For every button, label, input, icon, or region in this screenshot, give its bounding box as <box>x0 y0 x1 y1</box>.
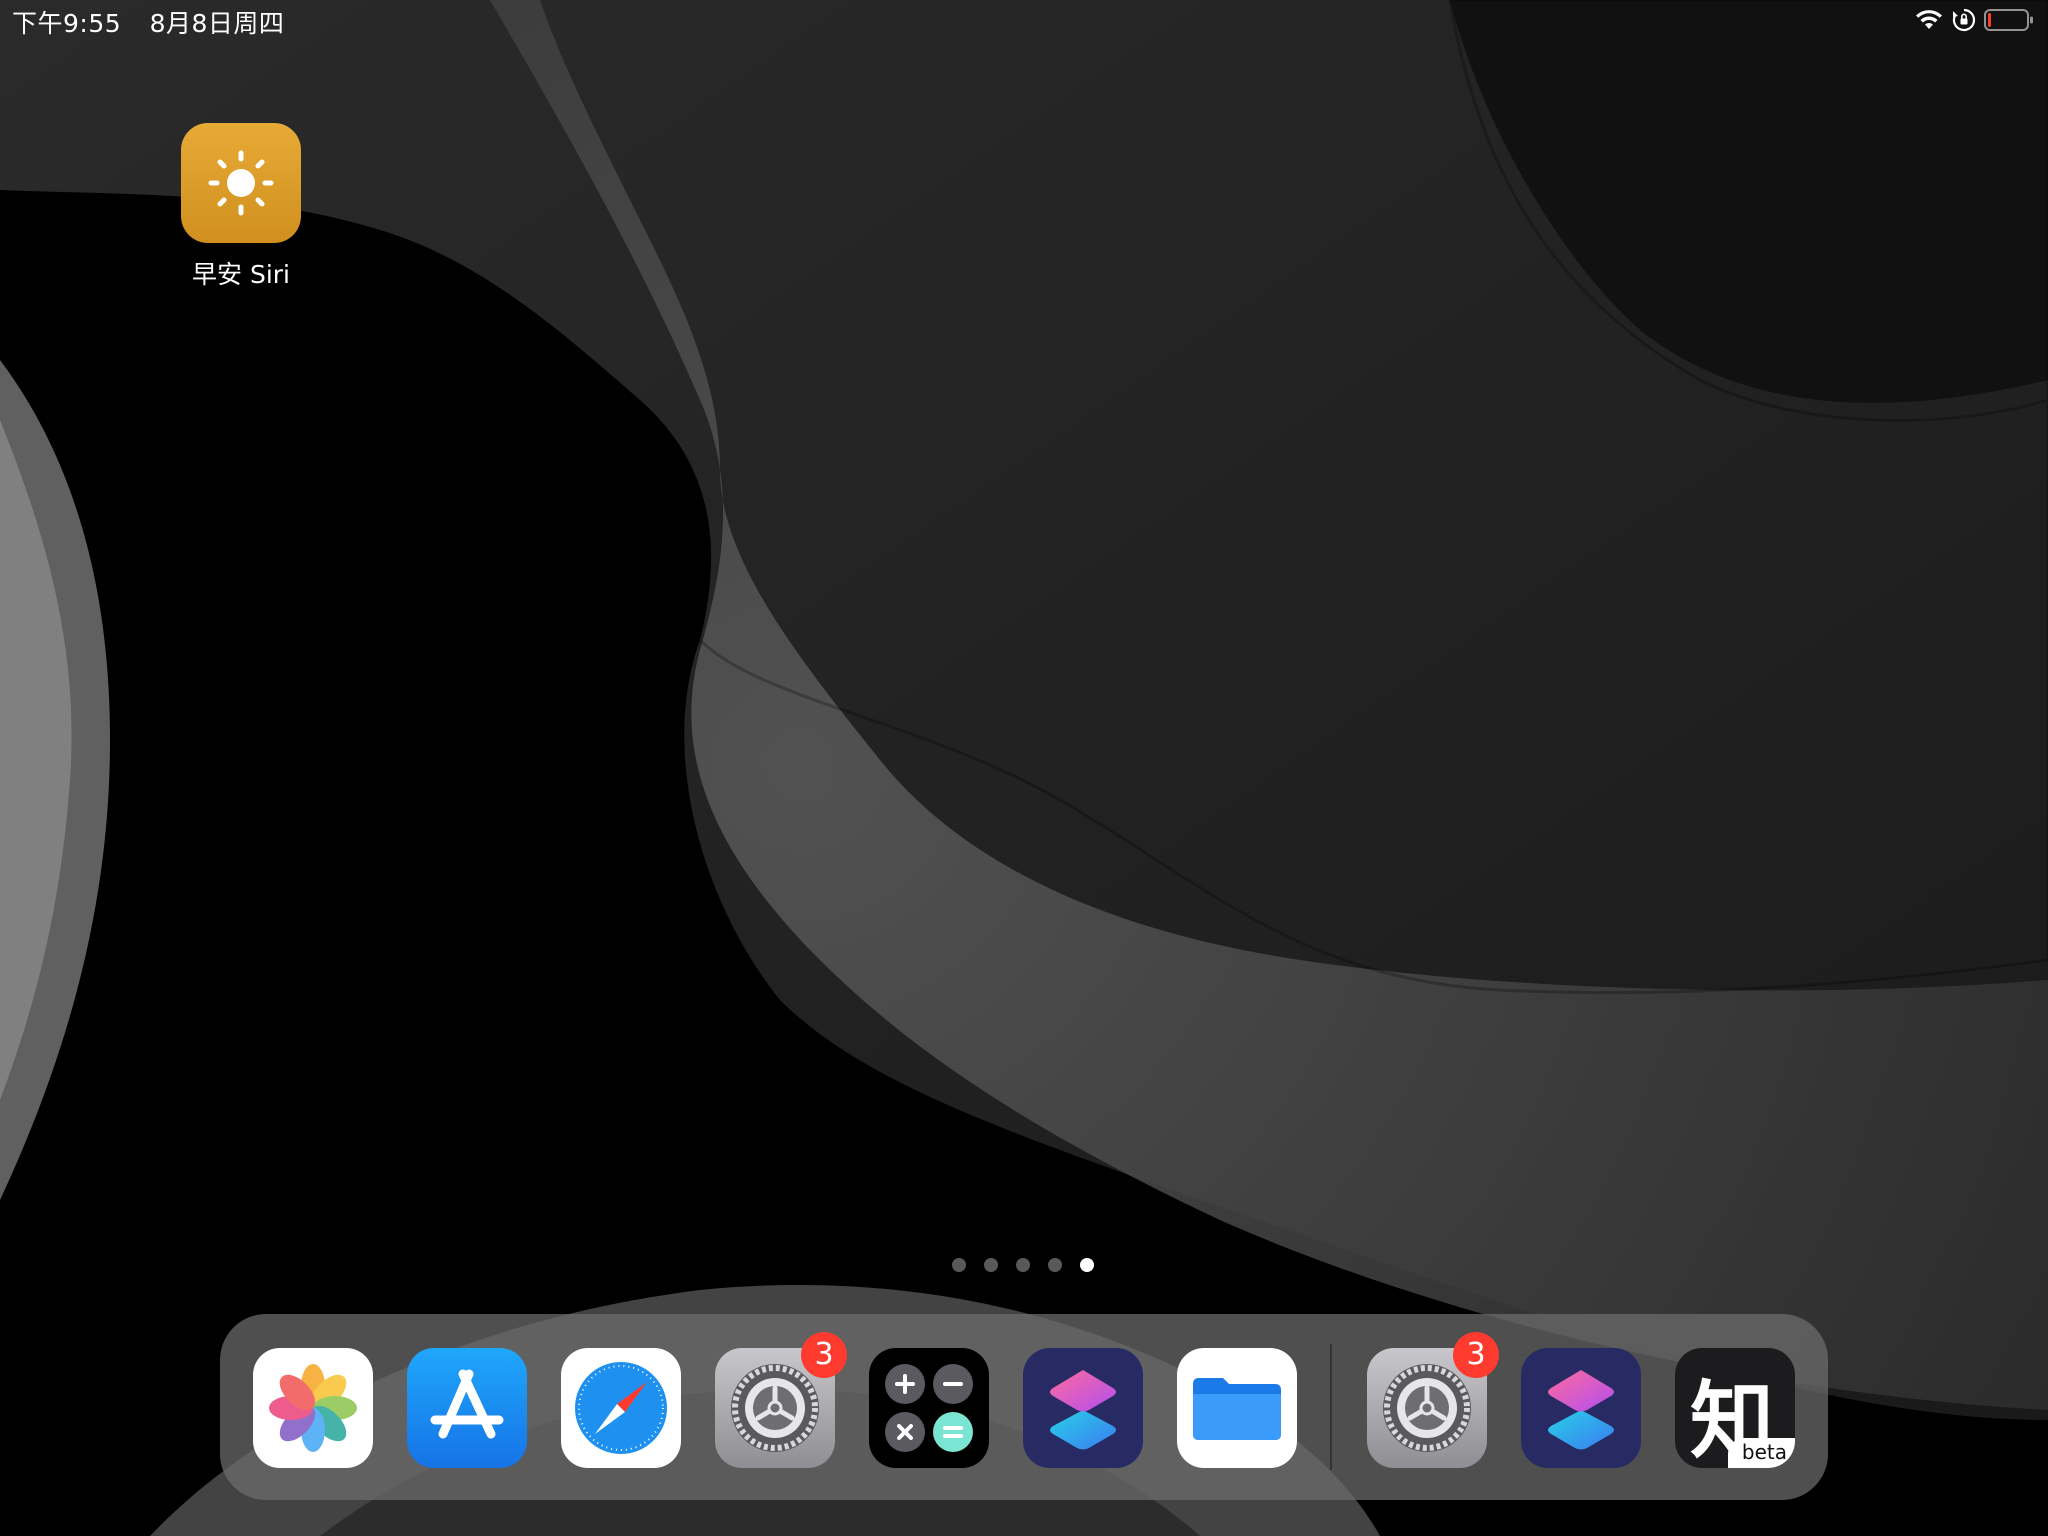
dock-app-photos[interactable] <box>253 1348 373 1468</box>
dock: 3 3 知 beta <box>220 1314 1828 1500</box>
dock-app-safari[interactable] <box>561 1348 681 1468</box>
page-dot-2[interactable] <box>984 1258 998 1272</box>
dock-app-shortcuts[interactable] <box>1023 1348 1143 1468</box>
dock-recent-zhihu[interactable]: 知 beta <box>1675 1348 1795 1468</box>
status-time: 下午9:55 <box>12 9 122 38</box>
zhihu-icon: 知 beta <box>1675 1348 1795 1468</box>
dock-recent-shortcuts[interactable] <box>1521 1348 1641 1468</box>
dock-app-store[interactable] <box>407 1348 527 1468</box>
app-store-icon <box>430 1369 504 1439</box>
notification-badge: 3 <box>801 1332 847 1378</box>
beta-tag: beta <box>1727 1438 1795 1468</box>
page-dot-4[interactable] <box>1048 1258 1062 1272</box>
calculator-icon <box>885 1364 973 1452</box>
sun-icon <box>208 150 274 216</box>
page-dot-1[interactable] <box>952 1258 966 1272</box>
dock-recent-settings[interactable]: 3 <box>1367 1332 1499 1468</box>
shortcuts-icon <box>1548 1370 1614 1450</box>
app-good-morning-siri[interactable]: 早安 Siri <box>181 123 301 291</box>
compass-icon <box>575 1362 667 1454</box>
folder-icon <box>1193 1378 1281 1440</box>
status-bar: 下午9:55 8月8日周四 <box>0 0 2048 40</box>
shortcuts-icon <box>1050 1370 1116 1450</box>
app-icon[interactable] <box>181 123 301 243</box>
page-dot-5[interactable] <box>1080 1258 1094 1272</box>
dock-divider <box>1330 1344 1332 1470</box>
app-label: 早安 Siri <box>192 260 290 289</box>
dock-app-settings[interactable]: 3 <box>715 1332 847 1468</box>
page-indicator[interactable] <box>952 1258 1094 1272</box>
orientation-lock-icon <box>1952 8 1976 32</box>
notification-badge: 3 <box>1453 1332 1499 1378</box>
wallpaper <box>0 0 2048 1536</box>
status-date: 8月8日周四 <box>149 9 285 38</box>
photos-icon <box>269 1364 357 1452</box>
wifi-icon <box>1916 10 1942 29</box>
dock-app-calculator[interactable] <box>869 1348 989 1468</box>
dock-app-files[interactable] <box>1177 1348 1297 1468</box>
page-dot-3[interactable] <box>1016 1258 1030 1272</box>
battery-icon <box>1984 9 2033 31</box>
